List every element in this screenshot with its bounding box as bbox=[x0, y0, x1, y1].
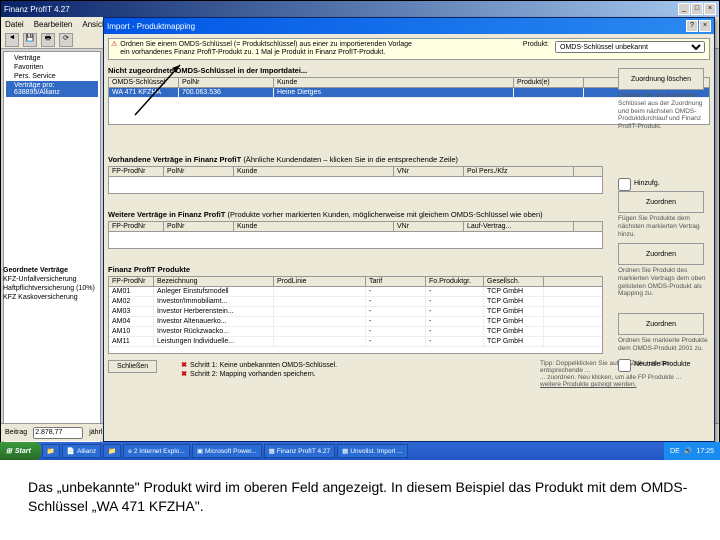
main-title: Finanz ProfIT 4.27 bbox=[4, 5, 678, 14]
lower-left-panel: Geordnete Verträge KFZ-Unfallversicherun… bbox=[3, 266, 99, 302]
lower-left-header: Geordnete Verträge bbox=[3, 266, 99, 275]
task-item[interactable]: 📁 bbox=[42, 444, 60, 458]
maximize-button[interactable]: □ bbox=[691, 3, 703, 15]
dialog-title: Import - Produktmapping bbox=[107, 22, 686, 31]
neutral-checkbox[interactable] bbox=[618, 359, 631, 372]
list-item[interactable]: KFZ-Unfallversicherung bbox=[3, 275, 99, 284]
table-row[interactable]: AM04Investor Altenauerko...--TCP GmbH bbox=[109, 317, 602, 327]
col-omds[interactable]: OMDS-Schlüssel bbox=[109, 78, 179, 87]
produkt-select[interactable]: OMDS-Schlüssel unbekannt bbox=[555, 41, 705, 53]
close-button[interactable]: × bbox=[704, 3, 716, 15]
folder-icon: 📁 bbox=[108, 447, 116, 455]
tool-nav-icon[interactable]: ◄ bbox=[5, 33, 19, 47]
slide-caption: Das „unbekannte" Produkt wird im oberen … bbox=[28, 478, 698, 516]
info-line2: ein vorhandenes Finanz ProfIT-Produkt zu… bbox=[120, 49, 412, 57]
task-item[interactable]: 📄Allianz bbox=[62, 444, 101, 458]
tree-item[interactable]: Pers. Service bbox=[6, 72, 98, 81]
hinzufg-checkbox[interactable] bbox=[618, 178, 631, 191]
col-kunde[interactable]: Kunde bbox=[274, 78, 514, 87]
app-icon: 📄 bbox=[67, 447, 75, 455]
grid-products[interactable]: FP-ProdNr Bezeichnung ProdLinie Tarif Fo… bbox=[108, 276, 603, 354]
task-item[interactable]: e2 Internet Explo... bbox=[123, 444, 190, 458]
section2-header: Vorhandene Verträge in Finanz ProfiT (Äh… bbox=[108, 155, 710, 164]
table-row[interactable]: AM10Investor Rückzwacko...--TCP GmbH bbox=[109, 327, 602, 337]
import-dialog: Import - Produktmapping ? × ⚠ Ordnen Sie… bbox=[103, 17, 715, 442]
close-dialog-button[interactable]: Schließen bbox=[108, 360, 157, 373]
delete-mapping-button[interactable]: Zuordnung löschen bbox=[618, 68, 704, 90]
info-line1: Ordnen Sie einem OMDS-Schlüssel (= Produ… bbox=[120, 41, 412, 49]
table-row[interactable]: AM03Investor Herberenstein...--TCP GmbH bbox=[109, 307, 602, 317]
note3: Ordnen Sie Produkt des markierten Vertra… bbox=[618, 267, 708, 298]
task-item[interactable]: 📁 bbox=[103, 444, 121, 458]
ie-icon: e bbox=[128, 448, 132, 455]
note1: Löschen Sie die markierten Schlüssel aus… bbox=[618, 92, 708, 131]
table-row[interactable]: AM11Leistungen Individuelle...--TCP GmbH bbox=[109, 337, 602, 347]
tree-item[interactable]: Favoriten bbox=[6, 63, 98, 72]
task-item[interactable]: ▣Microsoft Power... bbox=[192, 444, 262, 458]
main-titlebar: Finanz ProfIT 4.27 _ □ × bbox=[1, 1, 719, 17]
list-item[interactable]: KFZ Kaskoversicherung bbox=[3, 293, 99, 302]
tree-panel[interactable]: Verträge Favoriten Pers. Service Verträg… bbox=[3, 51, 101, 457]
menu-bearbeiten[interactable]: Bearbeiten bbox=[34, 20, 73, 29]
task-item[interactable]: ▦Unvollst. Import ... bbox=[337, 444, 408, 458]
tree-root[interactable]: Verträge bbox=[6, 54, 98, 63]
menu-datei[interactable]: Datei bbox=[5, 20, 24, 29]
ppt-icon: ▣ bbox=[197, 447, 203, 455]
grid-further[interactable]: FP-ProdNr PolNr Kunde VNr Lauf-Vertrag..… bbox=[108, 221, 603, 249]
note2: Fügen Sie Produkte dem nächsten markiert… bbox=[618, 215, 708, 238]
tool-print-icon[interactable]: 🖶 bbox=[41, 33, 55, 47]
folder-icon: 📁 bbox=[47, 447, 55, 455]
dialog-body: ⚠ Ordnen Sie einem OMDS-Schlüssel (= Pro… bbox=[104, 34, 714, 392]
assign-button-4[interactable]: Zuordnen bbox=[618, 313, 704, 335]
start-button[interactable]: ⊞Start bbox=[0, 442, 41, 460]
dialog-help-button[interactable]: ? bbox=[686, 20, 698, 32]
task-item[interactable]: ▦Finanz ProfIT 4.27 bbox=[264, 444, 336, 458]
tray-icon[interactable]: 🔊 bbox=[684, 447, 693, 455]
app-icon: ▦ bbox=[269, 447, 275, 455]
error-icon: ✖ bbox=[181, 361, 187, 369]
col-produkte[interactable]: Produkt(e) bbox=[514, 78, 584, 87]
produkt-label: Produkt: bbox=[523, 41, 549, 49]
minimize-button[interactable]: _ bbox=[678, 3, 690, 15]
info-bar: ⚠ Ordnen Sie einem OMDS-Schlüssel (= Pro… bbox=[108, 38, 710, 60]
assign-button-3[interactable]: Zuordnen bbox=[618, 243, 704, 265]
list-item[interactable]: Haftpflichtversicherung (10%) bbox=[3, 284, 99, 293]
grid-existing[interactable]: FP-ProdNr PolNr Kunde VNr Pol Pers./Kfz bbox=[108, 166, 603, 194]
table-row[interactable]: AM02Investor/Immobiliamt...--TCP GmbH bbox=[109, 297, 602, 307]
error-icon: ✖ bbox=[181, 370, 187, 378]
taskbar: ⊞Start 📁 📄Allianz 📁 e2 Internet Explo...… bbox=[0, 442, 720, 460]
col-polnr[interactable]: PolNr bbox=[179, 78, 274, 87]
tree-item-selected[interactable]: Verträge pro: 638895/Allianz bbox=[6, 81, 98, 97]
windows-icon: ⊞ bbox=[6, 447, 12, 455]
table-row[interactable]: AM01Anleger Einstufsmodell--TCP GmbH bbox=[109, 287, 602, 297]
clock: 17:25 bbox=[696, 448, 714, 455]
system-tray[interactable]: DE 🔊 17:25 bbox=[664, 442, 720, 460]
beitrag-input[interactable] bbox=[33, 427, 83, 439]
assign-button-2[interactable]: Zuordnen bbox=[618, 191, 704, 213]
dialog-titlebar: Import - Produktmapping ? × bbox=[104, 18, 714, 34]
tool-refresh-icon[interactable]: ⟳ bbox=[59, 33, 73, 47]
tool-save-icon[interactable]: 💾 bbox=[23, 33, 37, 47]
dialog-close-button[interactable]: × bbox=[699, 20, 711, 32]
beitrag-label: Beitrag bbox=[5, 429, 27, 436]
app-icon: ▦ bbox=[342, 447, 348, 455]
warning-icon: ⚠ bbox=[111, 41, 117, 57]
lang-indicator[interactable]: DE bbox=[670, 448, 680, 455]
note4: Ordnen Sie markierte Produkte dem OMDS-P… bbox=[618, 337, 708, 353]
